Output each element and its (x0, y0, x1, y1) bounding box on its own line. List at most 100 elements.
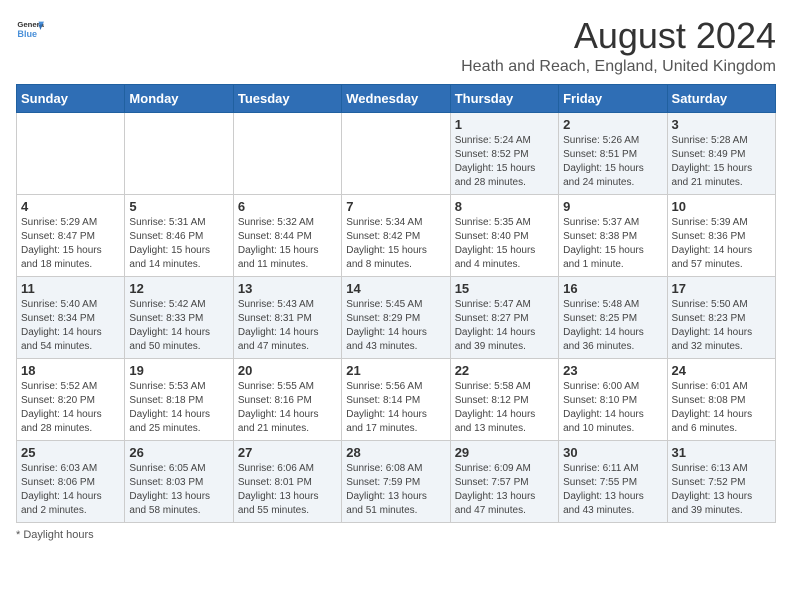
table-row: 23 Sunrise: 6:00 AMSunset: 8:10 PMDaylig… (559, 358, 667, 440)
day-number: 14 (346, 281, 445, 296)
day-sunrise: Sunrise: 5:32 AMSunset: 8:44 PMDaylight:… (238, 217, 319, 270)
col-wednesday: Wednesday (342, 84, 450, 112)
day-sunrise: Sunrise: 6:00 AMSunset: 8:10 PMDaylight:… (563, 381, 644, 434)
table-row: 18 Sunrise: 5:52 AMSunset: 8:20 PMDaylig… (17, 358, 125, 440)
day-sunrise: Sunrise: 5:31 AMSunset: 8:46 PMDaylight:… (129, 217, 210, 270)
day-sunrise: Sunrise: 5:28 AMSunset: 8:49 PMDaylight:… (672, 135, 753, 188)
col-thursday: Thursday (450, 84, 558, 112)
footer-note-text: Daylight hours (23, 529, 93, 541)
table-row (125, 112, 233, 194)
svg-text:Blue: Blue (17, 29, 37, 39)
day-sunrise: Sunrise: 6:11 AMSunset: 7:55 PMDaylight:… (563, 463, 644, 516)
day-number: 9 (563, 199, 662, 214)
day-sunrise: Sunrise: 6:05 AMSunset: 8:03 PMDaylight:… (129, 463, 210, 516)
day-number: 13 (238, 281, 337, 296)
day-number: 21 (346, 363, 445, 378)
table-row: 24 Sunrise: 6:01 AMSunset: 8:08 PMDaylig… (667, 358, 775, 440)
table-row: 16 Sunrise: 5:48 AMSunset: 8:25 PMDaylig… (559, 276, 667, 358)
day-number: 18 (21, 363, 120, 378)
col-monday: Monday (125, 84, 233, 112)
table-row: 30 Sunrise: 6:11 AMSunset: 7:55 PMDaylig… (559, 440, 667, 522)
table-row: 31 Sunrise: 6:13 AMSunset: 7:52 PMDaylig… (667, 440, 775, 522)
day-sunrise: Sunrise: 6:03 AMSunset: 8:06 PMDaylight:… (21, 463, 102, 516)
table-row: 29 Sunrise: 6:09 AMSunset: 7:57 PMDaylig… (450, 440, 558, 522)
day-number: 27 (238, 445, 337, 460)
day-sunrise: Sunrise: 6:06 AMSunset: 8:01 PMDaylight:… (238, 463, 319, 516)
table-row: 22 Sunrise: 5:58 AMSunset: 8:12 PMDaylig… (450, 358, 558, 440)
sub-title: Heath and Reach, England, United Kingdom (461, 58, 776, 76)
calendar-week-row: 25 Sunrise: 6:03 AMSunset: 8:06 PMDaylig… (17, 440, 776, 522)
day-sunrise: Sunrise: 6:01 AMSunset: 8:08 PMDaylight:… (672, 381, 753, 434)
table-row: 8 Sunrise: 5:35 AMSunset: 8:40 PMDayligh… (450, 194, 558, 276)
day-sunrise: Sunrise: 6:13 AMSunset: 7:52 PMDaylight:… (672, 463, 753, 516)
day-number: 25 (21, 445, 120, 460)
title-area: August 2024 Heath and Reach, England, Un… (461, 16, 776, 76)
main-title: August 2024 (461, 16, 776, 56)
day-number: 12 (129, 281, 228, 296)
table-row: 17 Sunrise: 5:50 AMSunset: 8:23 PMDaylig… (667, 276, 775, 358)
day-sunrise: Sunrise: 5:24 AMSunset: 8:52 PMDaylight:… (455, 135, 536, 188)
table-row: 12 Sunrise: 5:42 AMSunset: 8:33 PMDaylig… (125, 276, 233, 358)
table-row: 19 Sunrise: 5:53 AMSunset: 8:18 PMDaylig… (125, 358, 233, 440)
day-number: 7 (346, 199, 445, 214)
day-number: 11 (21, 281, 120, 296)
table-row: 1 Sunrise: 5:24 AMSunset: 8:52 PMDayligh… (450, 112, 558, 194)
calendar-header-row: Sunday Monday Tuesday Wednesday Thursday… (17, 84, 776, 112)
table-row: 26 Sunrise: 6:05 AMSunset: 8:03 PMDaylig… (125, 440, 233, 522)
calendar-week-row: 11 Sunrise: 5:40 AMSunset: 8:34 PMDaylig… (17, 276, 776, 358)
calendar-week-row: 1 Sunrise: 5:24 AMSunset: 8:52 PMDayligh… (17, 112, 776, 194)
table-row: 28 Sunrise: 6:08 AMSunset: 7:59 PMDaylig… (342, 440, 450, 522)
table-row: 9 Sunrise: 5:37 AMSunset: 8:38 PMDayligh… (559, 194, 667, 276)
day-sunrise: Sunrise: 5:35 AMSunset: 8:40 PMDaylight:… (455, 217, 536, 270)
day-sunrise: Sunrise: 5:47 AMSunset: 8:27 PMDaylight:… (455, 299, 536, 352)
table-row: 5 Sunrise: 5:31 AMSunset: 8:46 PMDayligh… (125, 194, 233, 276)
calendar-week-row: 18 Sunrise: 5:52 AMSunset: 8:20 PMDaylig… (17, 358, 776, 440)
day-sunrise: Sunrise: 5:45 AMSunset: 8:29 PMDaylight:… (346, 299, 427, 352)
table-row: 20 Sunrise: 5:55 AMSunset: 8:16 PMDaylig… (233, 358, 341, 440)
day-number: 22 (455, 363, 554, 378)
day-sunrise: Sunrise: 5:50 AMSunset: 8:23 PMDaylight:… (672, 299, 753, 352)
logo-icon: General Blue (16, 16, 44, 44)
table-row: 13 Sunrise: 5:43 AMSunset: 8:31 PMDaylig… (233, 276, 341, 358)
day-number: 29 (455, 445, 554, 460)
table-row: 27 Sunrise: 6:06 AMSunset: 8:01 PMDaylig… (233, 440, 341, 522)
col-sunday: Sunday (17, 84, 125, 112)
day-number: 31 (672, 445, 771, 460)
day-number: 15 (455, 281, 554, 296)
day-number: 6 (238, 199, 337, 214)
col-saturday: Saturday (667, 84, 775, 112)
day-number: 23 (563, 363, 662, 378)
calendar-table: Sunday Monday Tuesday Wednesday Thursday… (16, 84, 776, 523)
logo: General Blue (16, 16, 44, 44)
table-row: 21 Sunrise: 5:56 AMSunset: 8:14 PMDaylig… (342, 358, 450, 440)
table-row: 25 Sunrise: 6:03 AMSunset: 8:06 PMDaylig… (17, 440, 125, 522)
day-sunrise: Sunrise: 5:58 AMSunset: 8:12 PMDaylight:… (455, 381, 536, 434)
table-row: 15 Sunrise: 5:47 AMSunset: 8:27 PMDaylig… (450, 276, 558, 358)
day-sunrise: Sunrise: 5:39 AMSunset: 8:36 PMDaylight:… (672, 217, 753, 270)
day-number: 3 (672, 117, 771, 132)
day-number: 19 (129, 363, 228, 378)
day-number: 1 (455, 117, 554, 132)
day-sunrise: Sunrise: 5:37 AMSunset: 8:38 PMDaylight:… (563, 217, 644, 270)
day-sunrise: Sunrise: 5:26 AMSunset: 8:51 PMDaylight:… (563, 135, 644, 188)
day-number: 5 (129, 199, 228, 214)
footer-note: * Daylight hours (16, 529, 776, 541)
day-number: 28 (346, 445, 445, 460)
col-tuesday: Tuesday (233, 84, 341, 112)
table-row: 4 Sunrise: 5:29 AMSunset: 8:47 PMDayligh… (17, 194, 125, 276)
day-number: 8 (455, 199, 554, 214)
day-number: 10 (672, 199, 771, 214)
day-sunrise: Sunrise: 5:48 AMSunset: 8:25 PMDaylight:… (563, 299, 644, 352)
day-number: 30 (563, 445, 662, 460)
table-row: 2 Sunrise: 5:26 AMSunset: 8:51 PMDayligh… (559, 112, 667, 194)
day-sunrise: Sunrise: 5:52 AMSunset: 8:20 PMDaylight:… (21, 381, 102, 434)
table-row: 3 Sunrise: 5:28 AMSunset: 8:49 PMDayligh… (667, 112, 775, 194)
day-sunrise: Sunrise: 5:55 AMSunset: 8:16 PMDaylight:… (238, 381, 319, 434)
day-sunrise: Sunrise: 5:40 AMSunset: 8:34 PMDaylight:… (21, 299, 102, 352)
table-row: 11 Sunrise: 5:40 AMSunset: 8:34 PMDaylig… (17, 276, 125, 358)
day-sunrise: Sunrise: 6:09 AMSunset: 7:57 PMDaylight:… (455, 463, 536, 516)
table-row: 14 Sunrise: 5:45 AMSunset: 8:29 PMDaylig… (342, 276, 450, 358)
day-sunrise: Sunrise: 5:29 AMSunset: 8:47 PMDaylight:… (21, 217, 102, 270)
day-number: 2 (563, 117, 662, 132)
day-number: 20 (238, 363, 337, 378)
